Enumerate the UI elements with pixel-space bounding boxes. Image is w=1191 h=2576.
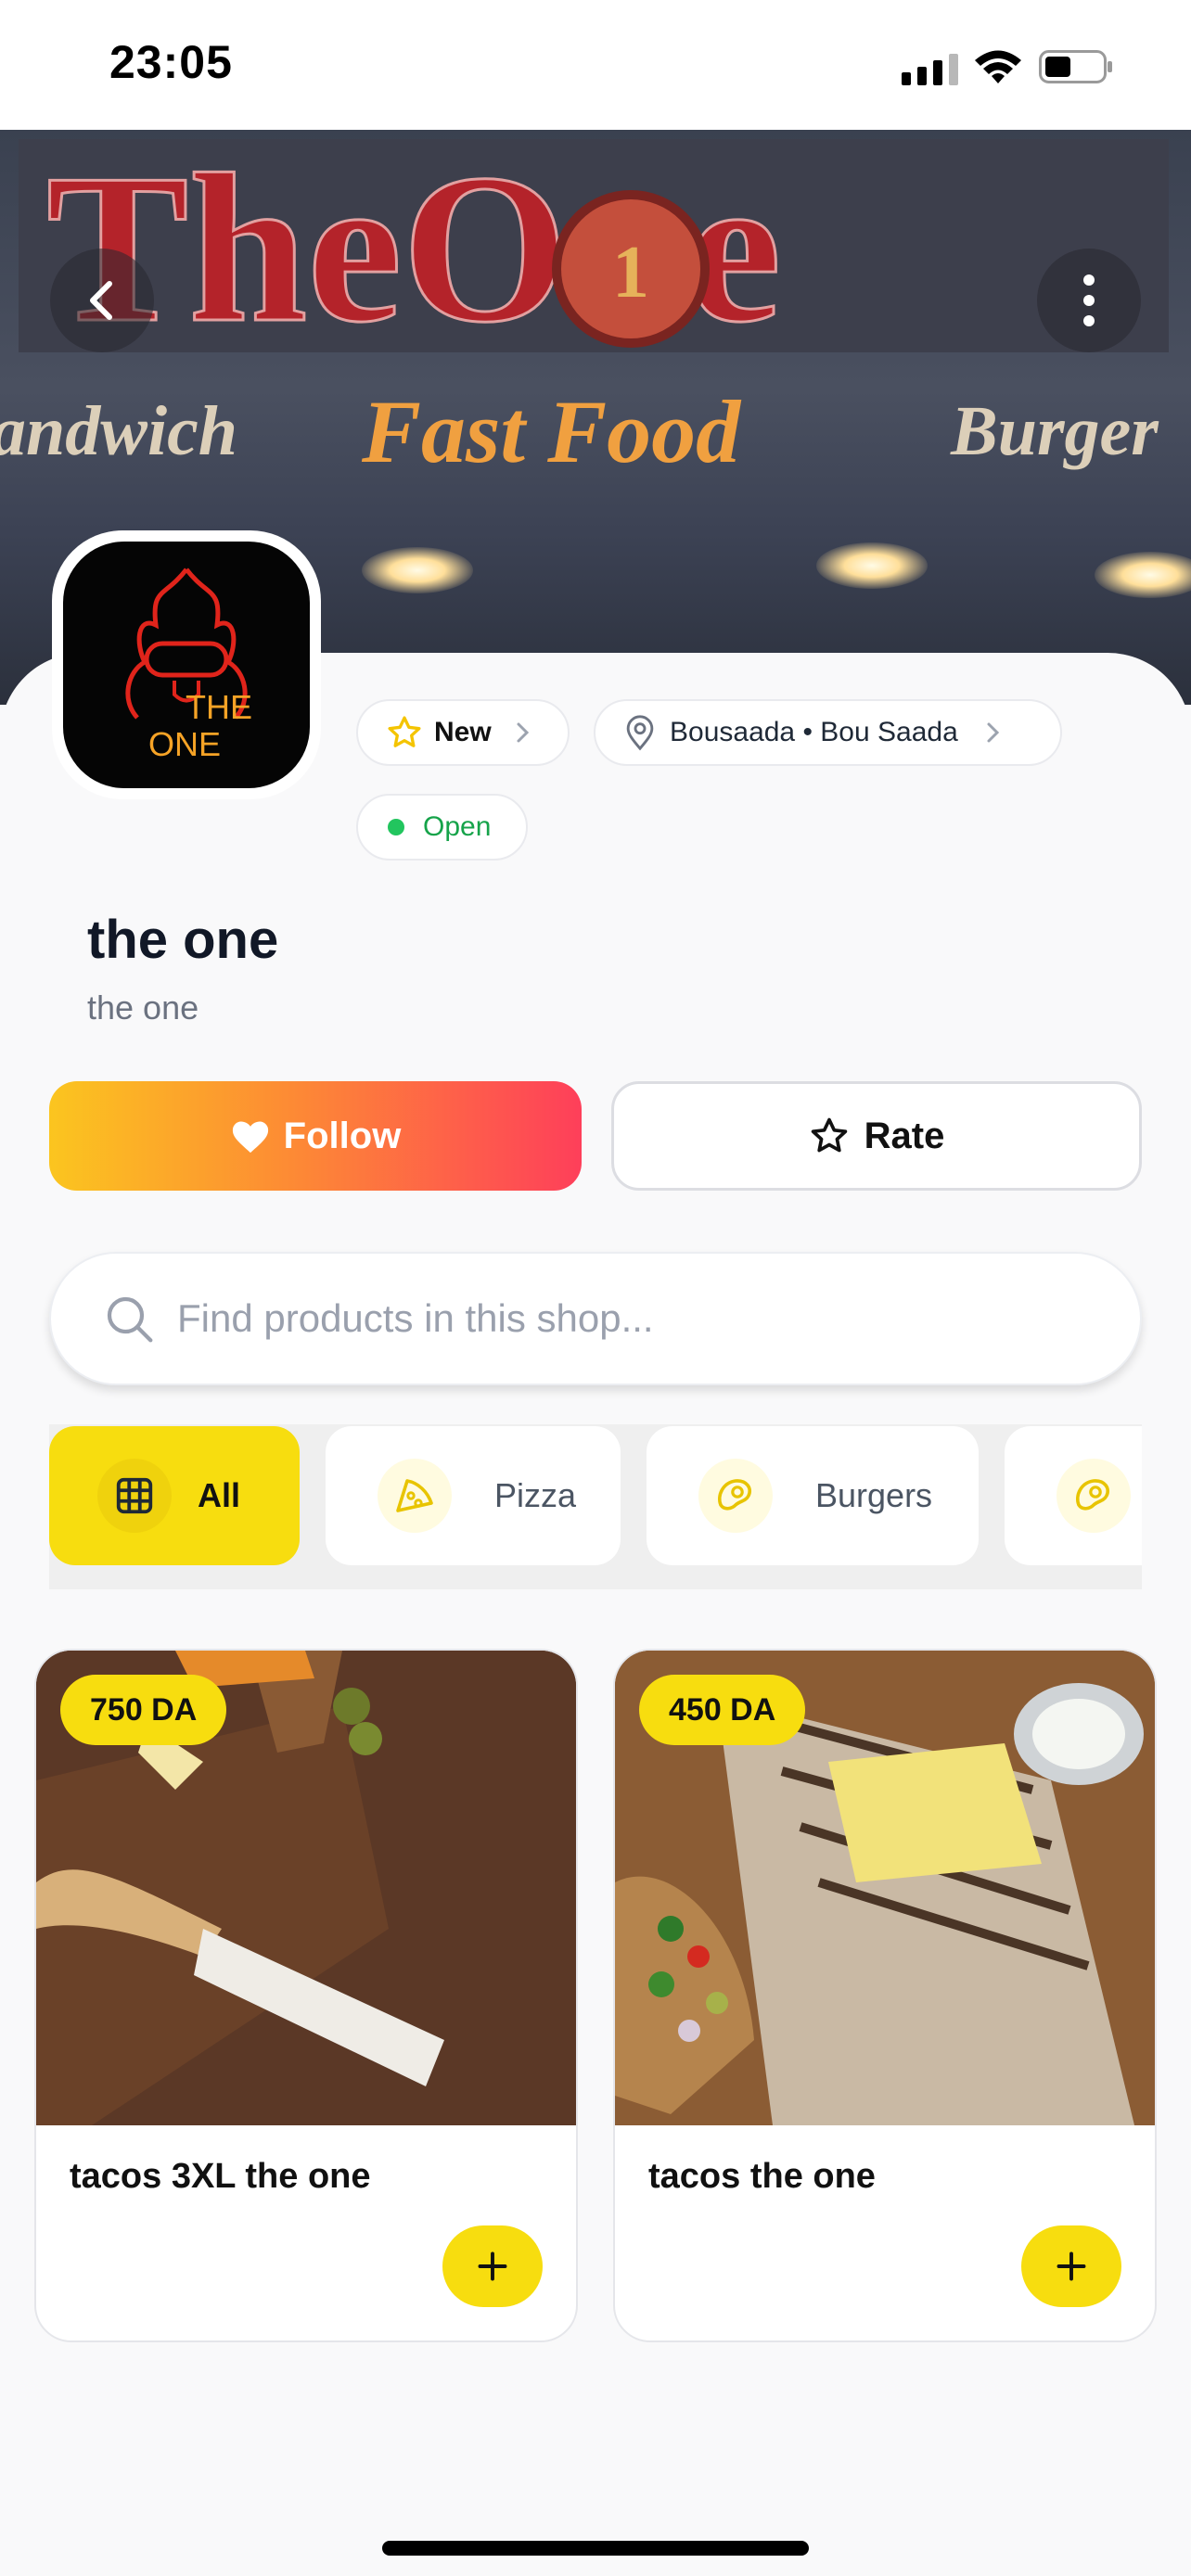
burger-icon xyxy=(1057,1459,1131,1533)
category-label: Pizza xyxy=(494,1476,577,1514)
status-time: 23:05 xyxy=(109,36,233,88)
product-card[interactable]: 750 DA tacos 3XL the one xyxy=(34,1649,578,2342)
category-tab-more[interactable] xyxy=(1005,1426,1142,1565)
location-chip[interactable]: Bousaada • Bou Saada xyxy=(594,699,1062,766)
category-tab-burgers[interactable]: Burgers xyxy=(647,1426,979,1565)
heart-icon xyxy=(232,1121,268,1154)
chevron-left-icon xyxy=(90,281,112,320)
home-indicator[interactable] xyxy=(382,2541,809,2556)
rate-button[interactable]: Rate xyxy=(611,1081,1142,1191)
cover-sign: TheOne 1 xyxy=(19,139,1169,352)
shop-description: the one xyxy=(87,988,199,1027)
status-dot xyxy=(388,819,404,835)
category-tabs: All Pizza Burgers xyxy=(49,1424,1142,1589)
pizza-icon xyxy=(378,1459,452,1533)
add-to-cart-button[interactable] xyxy=(1021,2225,1121,2307)
product-card[interactable]: 450 DA tacos the one xyxy=(613,1649,1157,2342)
plus-icon xyxy=(478,2251,507,2281)
open-status-label: Open xyxy=(423,811,492,842)
plus-icon xyxy=(1057,2251,1086,2281)
logo-text-one: ONE xyxy=(148,725,222,763)
more-options-button[interactable] xyxy=(1037,249,1141,352)
rating-chip[interactable]: New xyxy=(356,699,570,766)
rating-chip-label: New xyxy=(434,717,492,747)
rate-label: Rate xyxy=(864,1115,945,1156)
search-icon xyxy=(107,1296,153,1343)
svg-text:1: 1 xyxy=(612,232,649,313)
cover-subsign: andwich Fast Food Burger xyxy=(0,382,1159,481)
burger-icon xyxy=(698,1459,773,1533)
location-label: Bousaada • Bou Saada xyxy=(670,717,958,747)
battery-icon xyxy=(1039,50,1112,83)
chevron-right-icon xyxy=(987,722,999,743)
svg-text:Fast Food: Fast Food xyxy=(361,382,742,481)
open-status-chip: Open xyxy=(356,794,528,861)
product-price: 750 DA xyxy=(60,1675,227,1745)
logo-text-the: THE xyxy=(186,688,252,726)
grid-icon xyxy=(97,1459,172,1533)
svg-text:Burger: Burger xyxy=(950,392,1159,470)
cover-lamp xyxy=(1095,552,1191,598)
svg-text:andwich: andwich xyxy=(0,392,237,470)
category-label: All xyxy=(198,1476,241,1514)
product-price: 450 DA xyxy=(639,1675,806,1745)
follow-label: Follow xyxy=(283,1115,402,1156)
status-bar: 23:05 xyxy=(0,0,1191,130)
wifi-icon xyxy=(975,50,1021,83)
cellular-signal-icon xyxy=(902,54,958,85)
star-outline-icon xyxy=(811,1117,847,1153)
star-outline-icon xyxy=(388,716,421,747)
shop-name: the one xyxy=(87,910,279,970)
cover-lamp xyxy=(362,547,473,593)
location-pin-icon xyxy=(626,715,654,751)
more-vertical-icon xyxy=(1083,274,1095,326)
category-label: Burgers xyxy=(815,1476,933,1514)
add-to-cart-button[interactable] xyxy=(442,2225,543,2307)
product-name: tacos 3XL the one xyxy=(70,2157,371,2196)
cover-lamp xyxy=(816,542,928,589)
search-placeholder: Find products in this shop... xyxy=(177,1296,654,1340)
product-name: tacos the one xyxy=(648,2157,876,2196)
category-tab-all[interactable]: All xyxy=(49,1426,300,1565)
follow-button[interactable]: Follow xyxy=(49,1081,582,1191)
shop-logo: THE ONE xyxy=(52,530,321,799)
category-tab-pizza[interactable]: Pizza xyxy=(326,1426,621,1565)
product-search-input[interactable]: Find products in this shop... xyxy=(49,1252,1142,1385)
chevron-right-icon xyxy=(517,722,529,743)
back-button[interactable] xyxy=(50,249,154,352)
